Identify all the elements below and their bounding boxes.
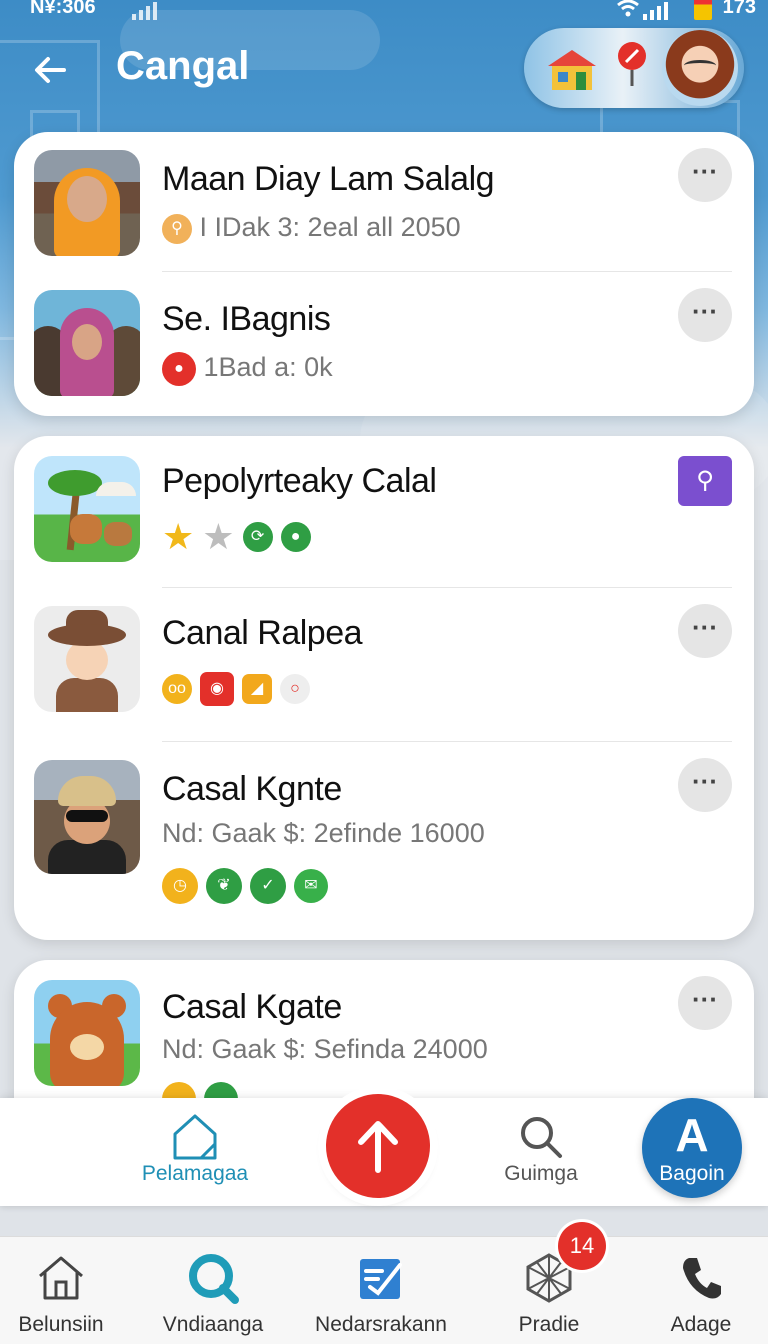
search-icon (521, 1117, 562, 1158)
search-action-label: Guimga (504, 1162, 578, 1185)
check-icon: ✓ (250, 868, 286, 904)
house-map-icon (548, 50, 596, 90)
page-title: Cangal (116, 44, 250, 88)
badge-row: oo ◉ ◢ ○ (162, 672, 310, 706)
channel-thumbnail (34, 606, 140, 712)
nav-label: Belunsiin (18, 1313, 104, 1336)
nav-item-pradie[interactable]: Pradie (474, 1251, 624, 1337)
status-left-text: N¥:306 (30, 0, 96, 18)
nav-item-belunsiin[interactable]: Belunsiin (0, 1251, 136, 1337)
phone-icon (683, 1258, 721, 1299)
refresh-icon: ⟳ (242, 522, 273, 552)
nav-label: Vndiaanga (162, 1313, 264, 1336)
app-bar: Cangal (0, 28, 768, 114)
channel-name: Casal Kgate (162, 988, 342, 1026)
home-action-label: Pelamagaa (141, 1162, 249, 1185)
bottom-nav: Belunsiin Vndiaanga Nedarsrakann Pradie (0, 1236, 768, 1344)
back-button[interactable] (30, 50, 70, 90)
channel-thumbnail (34, 760, 140, 874)
badge-row: ◷ ❦ ✓ ✉ (162, 868, 328, 904)
star-icon: ★ (162, 516, 195, 557)
channel-card: Maan Diay Lam Salalg ⚲ I IDak 3: 2eal al… (14, 132, 754, 416)
nav-item-nedarsrakann[interactable]: Nedarsrakann (306, 1251, 456, 1337)
search-coin-icon: ⚲ (162, 213, 192, 244)
more-options-button[interactable]: ··· (678, 288, 732, 342)
edit-checkbox-icon (360, 1259, 402, 1299)
list-item[interactable]: Maan Diay Lam Salalg ⚲ I IDak 3: 2eal al… (14, 132, 754, 272)
user-avatar[interactable] (662, 30, 738, 106)
ring-icon: ○ (280, 674, 310, 704)
channel-name: Maan Diay Lam Salalg (162, 160, 495, 198)
profile-chip[interactable] (524, 28, 744, 108)
nav-label: Pradie (518, 1313, 580, 1336)
dot-icon: ● (280, 522, 311, 552)
leaf-icon: ❦ (206, 868, 242, 904)
bookmark-icon: ◢ (242, 674, 272, 704)
status-right-text: 173 (722, 0, 756, 18)
wifi-icon (616, 0, 640, 24)
red-pin-icon: ● (162, 352, 196, 386)
channel-name: Se. IBagnis (162, 300, 331, 338)
signal-icon (132, 2, 157, 20)
notification-badge: 14 (558, 1222, 606, 1270)
channel-subtitle: ⚲ I IDak 3: 2eal all 2050 (162, 212, 461, 244)
nav-item-vndiaanga[interactable]: Vndiaanga (138, 1251, 288, 1337)
battery-icon (694, 0, 712, 20)
cellular-icon (643, 2, 668, 20)
channel-name: Pepolyrteaky Calal (162, 462, 437, 500)
more-options-button[interactable]: ··· (678, 976, 732, 1030)
star-outline-icon: ★ (202, 516, 235, 557)
location-pin-icon (618, 42, 646, 86)
nav-item-adage[interactable]: Adage (626, 1251, 768, 1337)
channel-thumbnail (34, 456, 140, 562)
channel-name: Canal Ralpea (162, 614, 363, 652)
list-item[interactable]: Pepolyrteaky Calal ★ ★ ⟳ ● ⚲ (14, 436, 754, 588)
status-bar: N¥:306 173 (0, 0, 768, 22)
glasses-icon: oo (162, 674, 192, 704)
channel-thumbnail (34, 980, 140, 1086)
badge-row: ★ ★ ⟳ ● (162, 516, 311, 557)
house-icon (39, 1256, 83, 1300)
search-action[interactable]: Guimga (466, 1110, 616, 1200)
list-item[interactable]: Casal Kgnte Nd: Gaak $: 2efinde 16000 ◷ … (14, 742, 754, 940)
channel-subtitle: Nd: Gaak $: Sefinda 24000 (162, 1034, 488, 1064)
arrow-up-icon (358, 1121, 398, 1173)
channel-card: Pepolyrteaky Calal ★ ★ ⟳ ● ⚲ Canal Ralpe… (14, 436, 754, 940)
profile-action-label: Bagoin (659, 1162, 725, 1185)
search-icon (189, 1254, 239, 1304)
list-item[interactable]: Canal Ralpea oo ◉ ◢ ○ ··· (14, 588, 754, 742)
profile-action-button[interactable]: A Bagoin (642, 1098, 742, 1198)
upload-fab-button[interactable] (326, 1094, 430, 1198)
nav-label: Adage (670, 1313, 732, 1336)
list-item[interactable]: Se. IBagnis ● 1Bad a: 0k ··· (14, 272, 754, 416)
more-options-button[interactable]: ··· (678, 148, 732, 202)
channel-name: Casal Kgnte (162, 770, 342, 808)
channel-thumbnail (34, 150, 140, 256)
more-options-button[interactable]: ··· (678, 758, 732, 812)
channel-subtitle: Nd: Gaak $: 2efinde 16000 (162, 818, 485, 848)
nav-label: Nedarsrakann (315, 1313, 447, 1336)
more-options-button[interactable]: ··· (678, 604, 732, 658)
clock-icon: ◷ (162, 868, 198, 904)
app-badge-icon[interactable]: ⚲ (678, 456, 732, 506)
home-action[interactable]: Pelamagaa (120, 1110, 270, 1200)
house-icon (173, 1114, 217, 1160)
profile-glyph: A (675, 1109, 709, 1161)
channel-thumbnail (34, 290, 140, 396)
camera-icon: ◉ (200, 672, 234, 706)
channel-subtitle: ● 1Bad a: 0k (162, 352, 333, 386)
arrow-left-icon (35, 57, 66, 83)
mail-icon: ✉ (294, 869, 328, 903)
